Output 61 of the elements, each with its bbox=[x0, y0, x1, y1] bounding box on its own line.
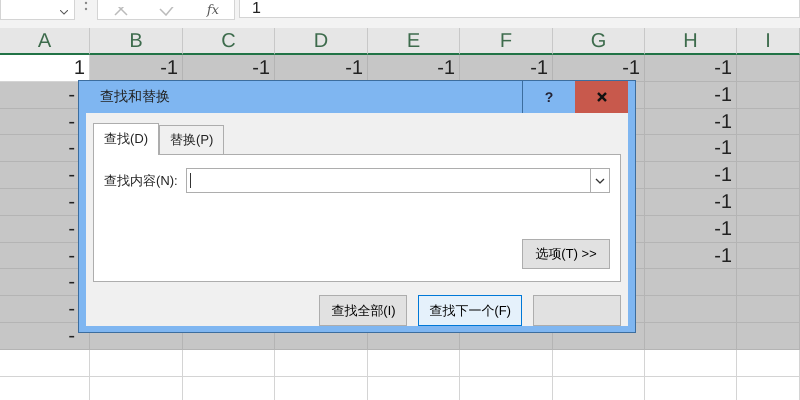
table-cell[interactable]: -1 bbox=[645, 188, 737, 216]
table-cell[interactable] bbox=[460, 350, 553, 377]
table-cell[interactable] bbox=[645, 322, 737, 350]
column-header[interactable]: A bbox=[0, 28, 90, 55]
table-cell[interactable]: -1 bbox=[275, 55, 368, 82]
table-cell[interactable] bbox=[183, 350, 275, 377]
table-cell[interactable] bbox=[645, 350, 737, 377]
column-header[interactable]: F bbox=[460, 28, 553, 55]
table-cell[interactable]: -1 bbox=[460, 55, 553, 82]
table-cell[interactable] bbox=[737, 55, 800, 82]
column-header[interactable]: H bbox=[645, 28, 737, 55]
options-button[interactable]: 选项(T) >> bbox=[522, 239, 610, 269]
table-cell[interactable] bbox=[553, 376, 645, 400]
table-cell[interactable] bbox=[0, 376, 90, 400]
column-header[interactable]: D bbox=[275, 28, 368, 55]
table-cell[interactable]: -1 bbox=[645, 242, 737, 270]
find-label: 查找内容(N): bbox=[104, 172, 178, 190]
table-cell[interactable]: -1 bbox=[553, 55, 645, 82]
table-cell[interactable]: -1 bbox=[368, 55, 460, 82]
table-cell[interactable] bbox=[90, 376, 183, 400]
table-cell[interactable] bbox=[368, 376, 460, 400]
column-header[interactable]: G bbox=[553, 28, 645, 55]
close-button[interactable] bbox=[575, 81, 628, 113]
table-cell[interactable]: -1 bbox=[645, 216, 737, 243]
tab[interactable]: 查找(D) bbox=[93, 123, 160, 155]
column-header[interactable]: E bbox=[368, 28, 460, 55]
table-cell[interactable]: -1 bbox=[645, 135, 737, 162]
table-cell[interactable] bbox=[275, 376, 368, 400]
formula-field[interactable]: 1 bbox=[239, 0, 800, 18]
table-cell[interactable]: -1 bbox=[645, 55, 737, 82]
dialog-title: 查找和替换 bbox=[99, 88, 171, 106]
table-cell[interactable] bbox=[553, 350, 645, 377]
tab[interactable]: 替换(P) bbox=[159, 125, 224, 154]
table-cell[interactable] bbox=[0, 350, 90, 377]
caret-icon bbox=[60, 10, 68, 15]
function-button[interactable]: fx bbox=[206, 3, 219, 19]
dialog-button[interactable]: 查找下一个(F) bbox=[418, 295, 522, 326]
column-header[interactable]: C bbox=[183, 28, 275, 55]
dropdown-icon[interactable] bbox=[595, 178, 605, 184]
table-cell[interactable] bbox=[183, 376, 275, 400]
table-cell[interactable]: -1 bbox=[645, 108, 737, 136]
table-cell[interactable]: -1 bbox=[645, 162, 737, 189]
column-header[interactable]: B bbox=[90, 28, 183, 55]
table-cell[interactable] bbox=[737, 376, 800, 400]
close-icon bbox=[596, 92, 606, 102]
table-cell[interactable] bbox=[737, 350, 800, 377]
find-field[interactable] bbox=[186, 168, 610, 193]
table-cell[interactable] bbox=[645, 376, 737, 400]
table-cell[interactable] bbox=[460, 376, 553, 400]
table-cell[interactable]: 1 bbox=[0, 55, 90, 82]
table-cell[interactable] bbox=[90, 350, 183, 377]
text-cursor bbox=[190, 173, 191, 188]
table-cell[interactable]: - bbox=[0, 322, 90, 350]
table-cell[interactable]: -1 bbox=[183, 55, 275, 82]
table-cell[interactable]: -1 bbox=[90, 55, 183, 82]
table-cell[interactable] bbox=[368, 350, 460, 377]
column-header[interactable]: I bbox=[737, 28, 800, 55]
dialog-button[interactable]: 查找全部(I) bbox=[319, 295, 408, 326]
table-cell[interactable] bbox=[737, 322, 800, 350]
table-cell[interactable] bbox=[275, 350, 368, 377]
table-cell[interactable]: -1 bbox=[645, 82, 737, 109]
